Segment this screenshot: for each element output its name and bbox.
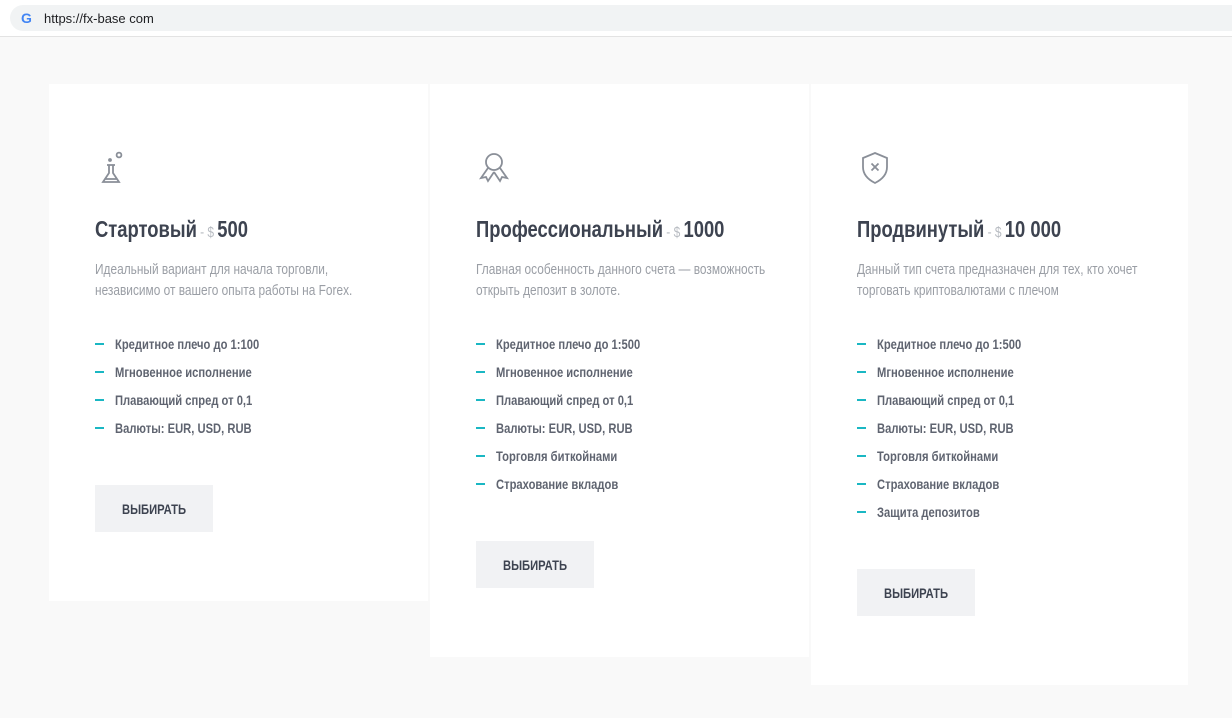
select-label: ВЫБИРАТЬ [502,556,568,573]
feature-item: Плавающий спред от 0,1 [95,386,295,414]
description-line: торговать криптовалютами с плечом [857,283,1059,299]
feature-item: Валюты: EUR, USD, RUB [857,414,1057,442]
feature-item: Страхование вкладов [857,470,1057,498]
description-line: Данный тип счета предназначен для тех, к… [857,262,1138,278]
dash-icon [476,427,485,429]
feature-text: Кредитное плечо до 1:500 [496,336,641,352]
price-currency: - $ [200,224,215,241]
feature-text: Защита депозитов [877,504,980,520]
feature-list: Кредитное плечо до 1:500 Мгновенное испол… [476,330,676,498]
plan-description: Данный тип счета предназначен для тех, к… [857,260,1199,302]
feature-item: Торговля биткойнами [476,442,676,470]
plan-name: Стартовый [95,216,197,242]
dash-icon [857,399,866,401]
dash-icon [95,427,104,429]
dash-icon [95,371,104,373]
feature-list: Кредитное плечо до 1:500 Мгновенное испол… [857,330,1057,526]
award-ribbon-icon [476,150,512,186]
feature-text: Плавающий спред от 0,1 [496,392,634,408]
browser-toolbar: G https://fx-base com [0,0,1232,37]
dash-icon [476,399,485,401]
feature-item: Мгновенное исполнение [95,358,295,386]
feature-text: Валюты: EUR, USD, RUB [115,420,252,436]
dash-icon [476,343,485,345]
feature-text: Кредитное плечо до 1:100 [115,336,260,352]
shield-x-icon [857,150,893,186]
address-bar[interactable]: G https://fx-base com [10,5,1232,31]
feature-item: Плавающий спред от 0,1 [857,386,1057,414]
feature-text: Кредитное плечо до 1:500 [877,336,1022,352]
feature-text: Мгновенное исполнение [496,364,633,380]
feature-item: Торговля биткойнами [857,442,1057,470]
plan-card: Стартовый - $500 Идеальный вариант для на… [49,84,428,601]
plan-title: Продвинутый - $10 000 [857,216,1112,243]
feature-text: Торговля биткойнами [496,448,618,464]
description-line: независимо от вашего опыта работы на For… [95,283,353,299]
feature-text: Мгновенное исполнение [115,364,252,380]
select-label: ВЫБИРАТЬ [121,500,187,517]
dash-icon [857,511,866,513]
feature-text: Страхование вкладов [877,476,1000,492]
feature-item: Валюты: EUR, USD, RUB [95,414,295,442]
feature-text: Торговля биткойнами [877,448,999,464]
dash-icon [476,371,485,373]
plan-price: 1000 [683,216,725,242]
plan-name: Продвинутый [857,216,985,242]
dash-icon [95,343,104,345]
price-currency: - $ [987,224,1002,241]
dash-icon [857,371,866,373]
feature-item: Кредитное плечо до 1:500 [857,330,1057,358]
feature-item: Страхование вкладов [476,470,676,498]
feature-text: Валюты: EUR, USD, RUB [496,420,633,436]
dash-icon [476,483,485,485]
feature-item: Плавающий спред от 0,1 [476,386,676,414]
feature-text: Плавающий спред от 0,1 [877,392,1015,408]
feature-text: Валюты: EUR, USD, RUB [877,420,1014,436]
url-text[interactable]: https://fx-base com [44,11,154,26]
feature-text: Плавающий спред от 0,1 [115,392,253,408]
feature-item: Мгновенное исполнение [476,358,676,386]
description-line: Идеальный вариант для начала торговли, [95,262,329,278]
plan-price: 10 000 [1004,216,1062,242]
description-line: открыть депозит в золоте. [476,283,621,299]
plan-title: Профессиональный - $1000 [476,216,787,243]
description-line: Главная особенность данного счета — возм… [476,262,766,278]
dash-icon [857,343,866,345]
plan-card: Профессиональный - $1000 Главная особенно… [430,84,809,657]
flask-icon [95,150,131,186]
plan-description: Идеальный вариант для начала торговли, не… [95,260,409,302]
feature-text: Мгновенное исполнение [877,364,1014,380]
select-plan-button[interactable]: ВЫБИРАТЬ [476,541,594,588]
dash-icon [857,483,866,485]
plan-description: Главная особенность данного счета — возм… [476,260,829,302]
plan-title: Стартовый - $500 [95,216,286,243]
price-currency: - $ [666,224,681,241]
plan-name: Профессиональный [476,216,664,242]
select-label: ВЫБИРАТЬ [883,584,949,601]
feature-item: Кредитное плечо до 1:100 [95,330,295,358]
feature-item: Кредитное плечо до 1:500 [476,330,676,358]
feature-item: Защита депозитов [857,498,1057,526]
plan-card: Продвинутый - $10 000 Данный тип счета пр… [811,84,1188,685]
dash-icon [95,399,104,401]
plan-price: 500 [217,216,248,242]
google-icon: G [21,10,32,26]
dash-icon [476,455,485,457]
dash-icon [857,427,866,429]
feature-item: Мгновенное исполнение [857,358,1057,386]
select-plan-button[interactable]: ВЫБИРАТЬ [95,485,213,532]
dash-icon [857,455,866,457]
select-plan-button[interactable]: ВЫБИРАТЬ [857,569,975,616]
feature-item: Валюты: EUR, USD, RUB [476,414,676,442]
feature-text: Страхование вкладов [496,476,619,492]
feature-list: Кредитное плечо до 1:100 Мгновенное испол… [95,330,295,442]
